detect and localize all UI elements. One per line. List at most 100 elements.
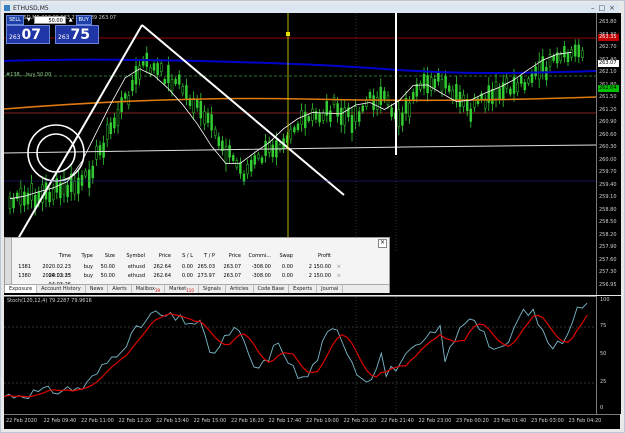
column-header[interactable]: S / L (171, 252, 193, 261)
trade-row[interactable]: 1380 2020.02.23 04:03:26 buy 50.00 ethusd 262… (13, 272, 341, 288)
candle (336, 103, 339, 117)
candle (372, 95, 375, 110)
candle (408, 102, 411, 118)
candle (210, 114, 213, 131)
minimize-icon[interactable]: – (591, 4, 595, 12)
column-header[interactable]: Type (71, 252, 93, 261)
trade-cell: 1381 (18, 264, 31, 270)
candle (271, 144, 275, 157)
candle (51, 188, 55, 201)
column-header[interactable]: Symbol (115, 252, 145, 261)
toolbox-side-bar[interactable] (5, 238, 12, 284)
candle (350, 115, 354, 133)
candle (321, 112, 325, 121)
tab-code-base[interactable]: Code Base (254, 285, 290, 293)
candle (80, 175, 84, 186)
candle (433, 78, 437, 89)
candle (415, 83, 419, 97)
trade-row[interactable]: 1381 2020.02.23 04:03:35 buy 50.00 ethusd 262… (13, 263, 341, 279)
price-level-label: 258.50 (599, 219, 617, 225)
sell-button[interactable]: SELL (6, 15, 24, 25)
volume-up-icon[interactable]: ▲ (69, 17, 73, 23)
close-icon[interactable]: × (609, 4, 615, 12)
tab-market[interactable]: Market110 (165, 285, 199, 293)
candle (12, 197, 15, 209)
candle (195, 98, 199, 108)
candle (429, 77, 433, 91)
column-header[interactable]: Size (93, 252, 115, 261)
trade-cell: 273.97 (197, 273, 216, 279)
candle (109, 122, 113, 135)
time-axis[interactable]: 22 Feb 2020 22 Feb 09:40 22 Feb 11:00 22 Fe… (4, 414, 620, 429)
candle (163, 79, 167, 84)
bid-price-box[interactable]: 263 07 (6, 25, 50, 44)
toolbox-close-icon[interactable]: × (378, 239, 387, 248)
tab-alerts[interactable]: Alerts (108, 285, 132, 293)
column-header[interactable]: Swap (271, 252, 293, 261)
candle (134, 66, 138, 85)
candle (332, 97, 336, 105)
price-level-label: 261.50 (599, 94, 617, 100)
candle (152, 63, 156, 71)
chart-title-bar[interactable]: ETHUSD,M5 – □ × (4, 3, 619, 13)
candle (138, 65, 141, 80)
stoch-level-label: 25 (600, 379, 607, 385)
candle (296, 123, 300, 130)
candle (447, 85, 451, 92)
candle (84, 170, 87, 177)
buy-button[interactable]: BUY (75, 15, 92, 25)
candle (390, 107, 393, 117)
tab-journal[interactable]: Journal (317, 285, 344, 293)
price-level-label: 262.10 (599, 69, 617, 75)
candle (77, 177, 80, 194)
time-label: 22 Feb 20:20 (343, 418, 377, 424)
candle (116, 108, 120, 126)
tab-articles[interactable]: Articles (226, 285, 254, 293)
tab-mailbox[interactable]: Mailbox39 (132, 285, 166, 293)
candle (170, 79, 174, 92)
candle (566, 53, 570, 63)
trade-cell: -308.00 (251, 273, 271, 279)
price-level-label: 261.20 (599, 106, 617, 113)
volume-input[interactable]: 50.00 (33, 16, 66, 24)
tab-experts[interactable]: Experts (289, 285, 318, 293)
candle (289, 129, 293, 140)
tab-account-history[interactable]: Account History (37, 285, 86, 293)
ask-price-box[interactable]: 263 75 (55, 25, 99, 44)
candle (91, 165, 95, 179)
candle (494, 81, 498, 100)
candle (440, 78, 444, 92)
candle (167, 65, 170, 83)
column-header[interactable]: Time (31, 252, 71, 261)
moving-average-blue (4, 58, 596, 74)
candle (422, 74, 426, 89)
tab-badge: 110 (186, 288, 194, 293)
candle (357, 111, 361, 122)
close-order-icon[interactable]: × (331, 272, 341, 281)
tab-badge: 39 (154, 288, 161, 293)
candle (87, 169, 91, 188)
column-header[interactable]: T / P (193, 252, 215, 261)
volume-down-icon[interactable]: ▼ (27, 17, 31, 23)
tab-news[interactable]: News (86, 285, 109, 293)
price-axis[interactable]: 263.80263.30262.70262.40262.10261.80261.… (596, 13, 621, 295)
price-level-label: 259.70 (599, 169, 617, 175)
tab-signals[interactable]: Signals (199, 285, 226, 293)
stochastic-chart[interactable] (4, 296, 596, 415)
position-line-label[interactable]: #138... buy 50.00 (6, 72, 51, 78)
time-label: 22 Feb 11:00 (81, 418, 114, 424)
bid-price-big: 07 (21, 27, 41, 43)
candle (318, 113, 321, 123)
trade-cell: buy (83, 273, 93, 279)
column-header[interactable]: Price (145, 252, 171, 261)
time-label: 22 Feb 21:40 (381, 418, 414, 424)
stochastic-label: Stoch(120,12,4) 79.2287 79.9616 (7, 298, 92, 304)
maximize-icon[interactable]: □ (599, 4, 606, 12)
column-header[interactable]: Profit (293, 252, 331, 261)
time-label: 22 Feb 23:00 (418, 418, 452, 424)
column-header[interactable]: Commi... (241, 252, 271, 261)
column-header[interactable]: Price (215, 252, 241, 261)
close-order-icon[interactable]: × (331, 263, 341, 272)
candle (246, 164, 249, 175)
tab-exposure[interactable]: Exposure (5, 285, 38, 293)
